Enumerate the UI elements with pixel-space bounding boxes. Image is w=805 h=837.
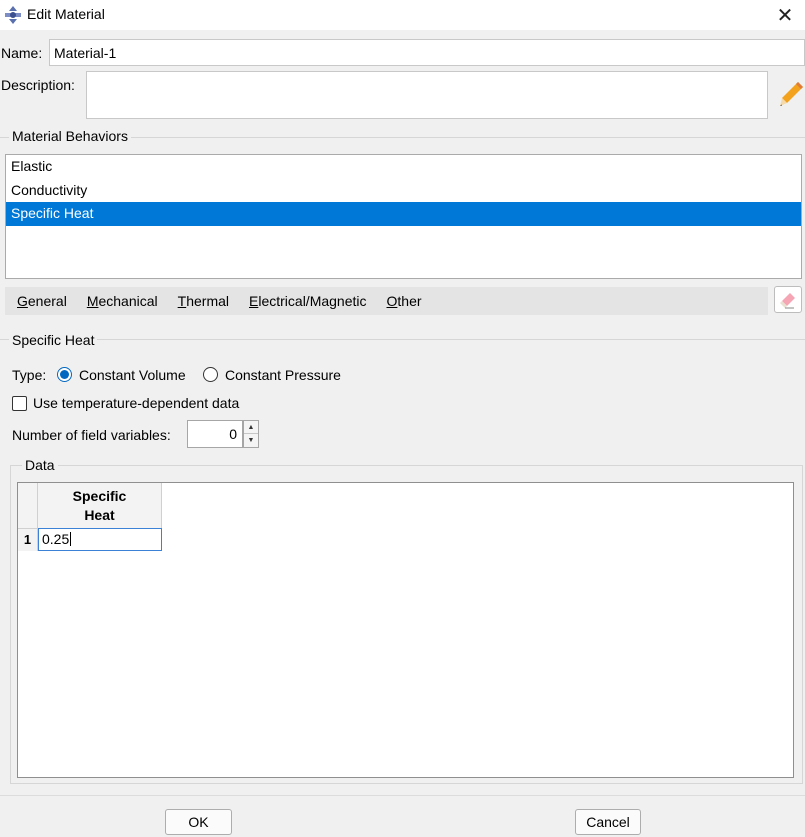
chevron-up-icon: ▲ bbox=[247, 423, 255, 431]
behavior-item-elastic[interactable]: Elastic bbox=[6, 155, 801, 179]
menu-mechanical[interactable]: Mechanical bbox=[87, 293, 158, 309]
button-separator bbox=[0, 795, 805, 796]
title-bar: Edit Material ✕ bbox=[0, 0, 805, 30]
window-title: Edit Material bbox=[27, 6, 105, 22]
eraser-icon bbox=[780, 292, 795, 308]
spin-down-button[interactable]: ▼ bbox=[244, 434, 258, 447]
close-icon: ✕ bbox=[776, 4, 794, 27]
behavior-item-conductivity[interactable]: Conductivity bbox=[6, 179, 801, 203]
behaviors-group-title: Material Behaviors bbox=[9, 128, 131, 144]
constant-pressure-label[interactable]: Constant Pressure bbox=[225, 367, 341, 383]
text-cursor bbox=[70, 532, 72, 546]
specific-heat-group-title: Specific Heat bbox=[9, 332, 98, 348]
pencil-icon[interactable] bbox=[778, 80, 804, 108]
table-corner-cell bbox=[18, 483, 38, 529]
spin-up-button[interactable]: ▲ bbox=[244, 421, 258, 434]
description-field[interactable] bbox=[86, 71, 768, 119]
delete-behavior-button[interactable] bbox=[774, 286, 802, 313]
description-label: Description: bbox=[1, 77, 75, 93]
menu-general[interactable]: General bbox=[17, 293, 67, 309]
name-input[interactable] bbox=[49, 39, 805, 66]
close-button[interactable]: ✕ bbox=[765, 0, 805, 30]
menu-electrical-magnetic[interactable]: Electrical/Magnetic bbox=[249, 293, 367, 309]
chevron-down-icon: ▼ bbox=[247, 437, 255, 444]
ok-button[interactable]: OK bbox=[165, 809, 232, 835]
temperature-dependent-checkbox[interactable] bbox=[12, 396, 27, 411]
menu-thermal[interactable]: Thermal bbox=[178, 293, 229, 309]
behavior-item-specific-heat[interactable]: Specific Heat bbox=[6, 202, 801, 226]
name-label: Name: bbox=[1, 45, 43, 61]
table-cell[interactable]: 0.25 bbox=[38, 528, 162, 551]
cell-value: 0.25 bbox=[42, 531, 70, 547]
data-group-title: Data bbox=[22, 457, 58, 473]
constant-volume-radio[interactable] bbox=[57, 367, 72, 382]
abaqus-app-icon bbox=[5, 6, 21, 24]
column-header-specific-heat: Specific Heat bbox=[38, 483, 162, 529]
constant-volume-label[interactable]: Constant Volume bbox=[79, 367, 186, 383]
menu-other[interactable]: Other bbox=[387, 293, 422, 309]
behavior-menu-bar: General Mechanical Thermal Electrical/Ma… bbox=[5, 287, 768, 315]
specific-heat-group-line bbox=[0, 339, 805, 340]
cancel-button[interactable]: Cancel bbox=[575, 809, 641, 835]
data-table[interactable]: Specific Heat 1 0.25 bbox=[17, 482, 794, 778]
temperature-dependent-label[interactable]: Use temperature-dependent data bbox=[33, 395, 239, 411]
type-label: Type: bbox=[12, 367, 47, 383]
field-variables-input[interactable]: 0 bbox=[187, 420, 243, 448]
field-variables-label: Number of field variables: bbox=[12, 427, 171, 443]
field-variables-stepper: ▲ ▼ bbox=[243, 420, 259, 448]
row-header: 1 bbox=[18, 529, 38, 551]
constant-pressure-radio[interactable] bbox=[203, 367, 218, 382]
behaviors-list[interactable]: Elastic Conductivity Specific Heat bbox=[5, 154, 802, 279]
